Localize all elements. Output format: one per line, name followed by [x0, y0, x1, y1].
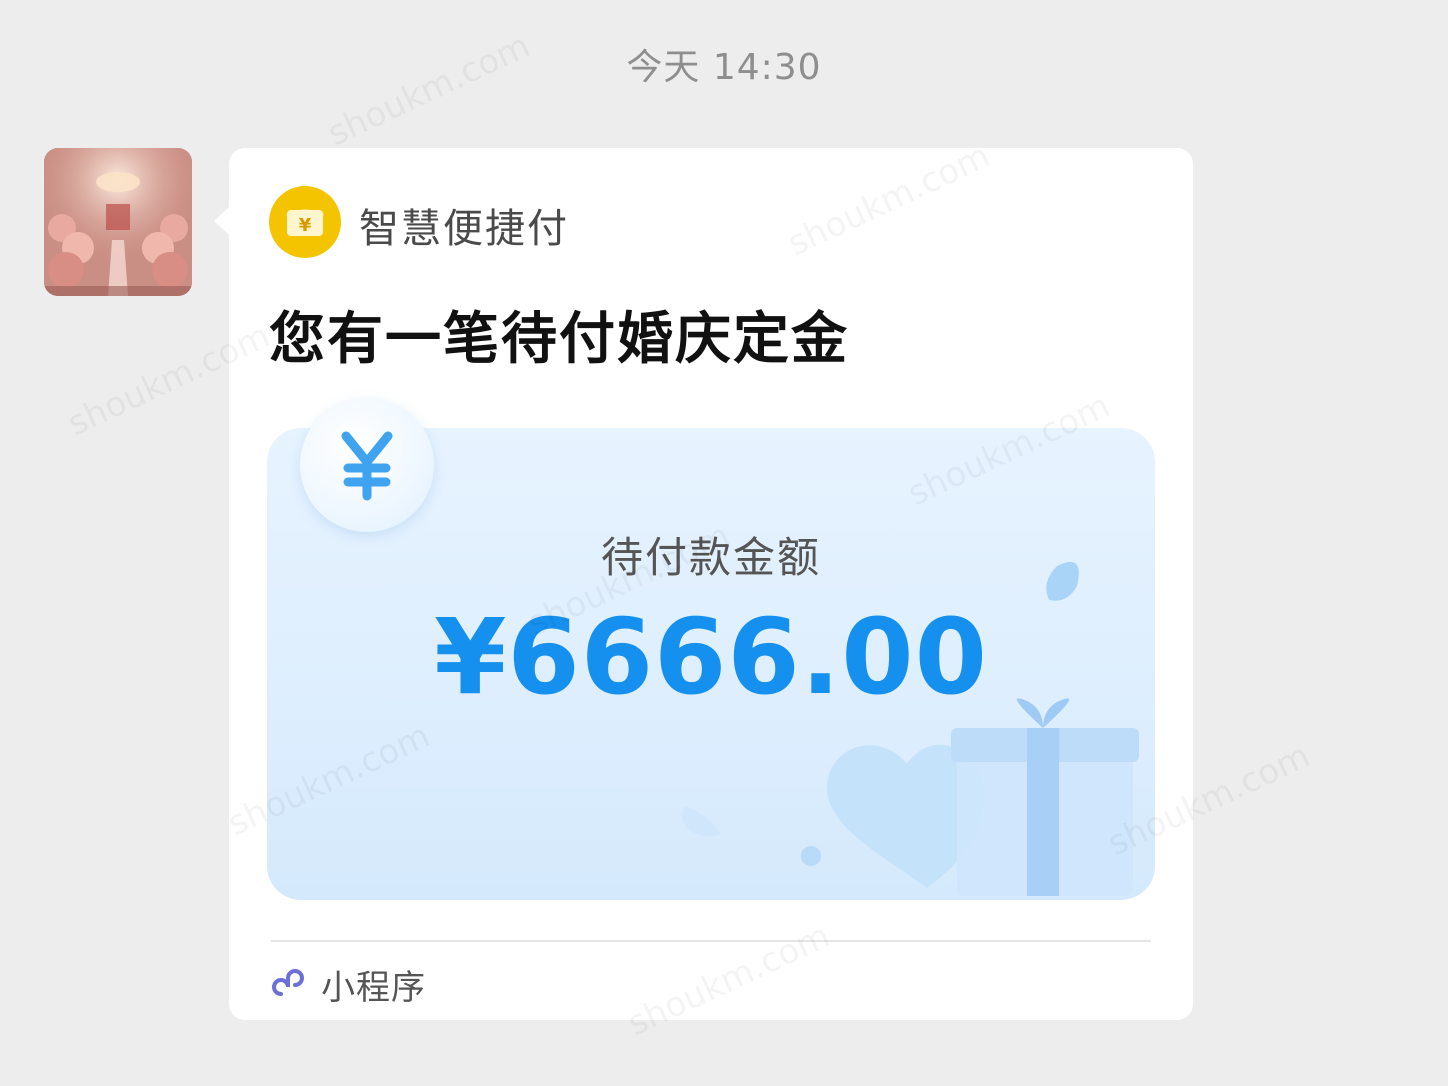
- sender-avatar[interactable]: [44, 148, 192, 296]
- yen-wallet-icon: ¥: [269, 186, 341, 258]
- gift-box-icon: [951, 698, 1139, 896]
- chat-screen: 今天 14:30 ¥ 智慧便捷付 您有一笔待付婚庆定金 待付款金额 ¥6666.…: [0, 0, 1448, 1086]
- bubble-tail: [214, 206, 230, 236]
- mini-program-icon: [272, 969, 304, 996]
- svg-text:¥: ¥: [299, 215, 312, 236]
- amount-label: 待付款金额: [600, 533, 821, 582]
- wedding-hall-photo: [44, 148, 192, 296]
- petal-icon: [682, 806, 721, 836]
- message-headline: 您有一笔待付婚庆定金: [269, 307, 849, 372]
- mini-program-label: 小程序: [321, 968, 426, 1008]
- mini-program-card[interactable]: ¥ 智慧便捷付 您有一笔待付婚庆定金 待付款金额 ¥6666.00 小程序: [214, 148, 1193, 1020]
- yen-icon: [300, 398, 434, 532]
- amount-value: ¥6666.00: [433, 596, 989, 718]
- message-timestamp: 今天 14:30: [626, 47, 822, 88]
- card-divider: [271, 940, 1151, 942]
- app-name: 智慧便捷付: [359, 206, 569, 252]
